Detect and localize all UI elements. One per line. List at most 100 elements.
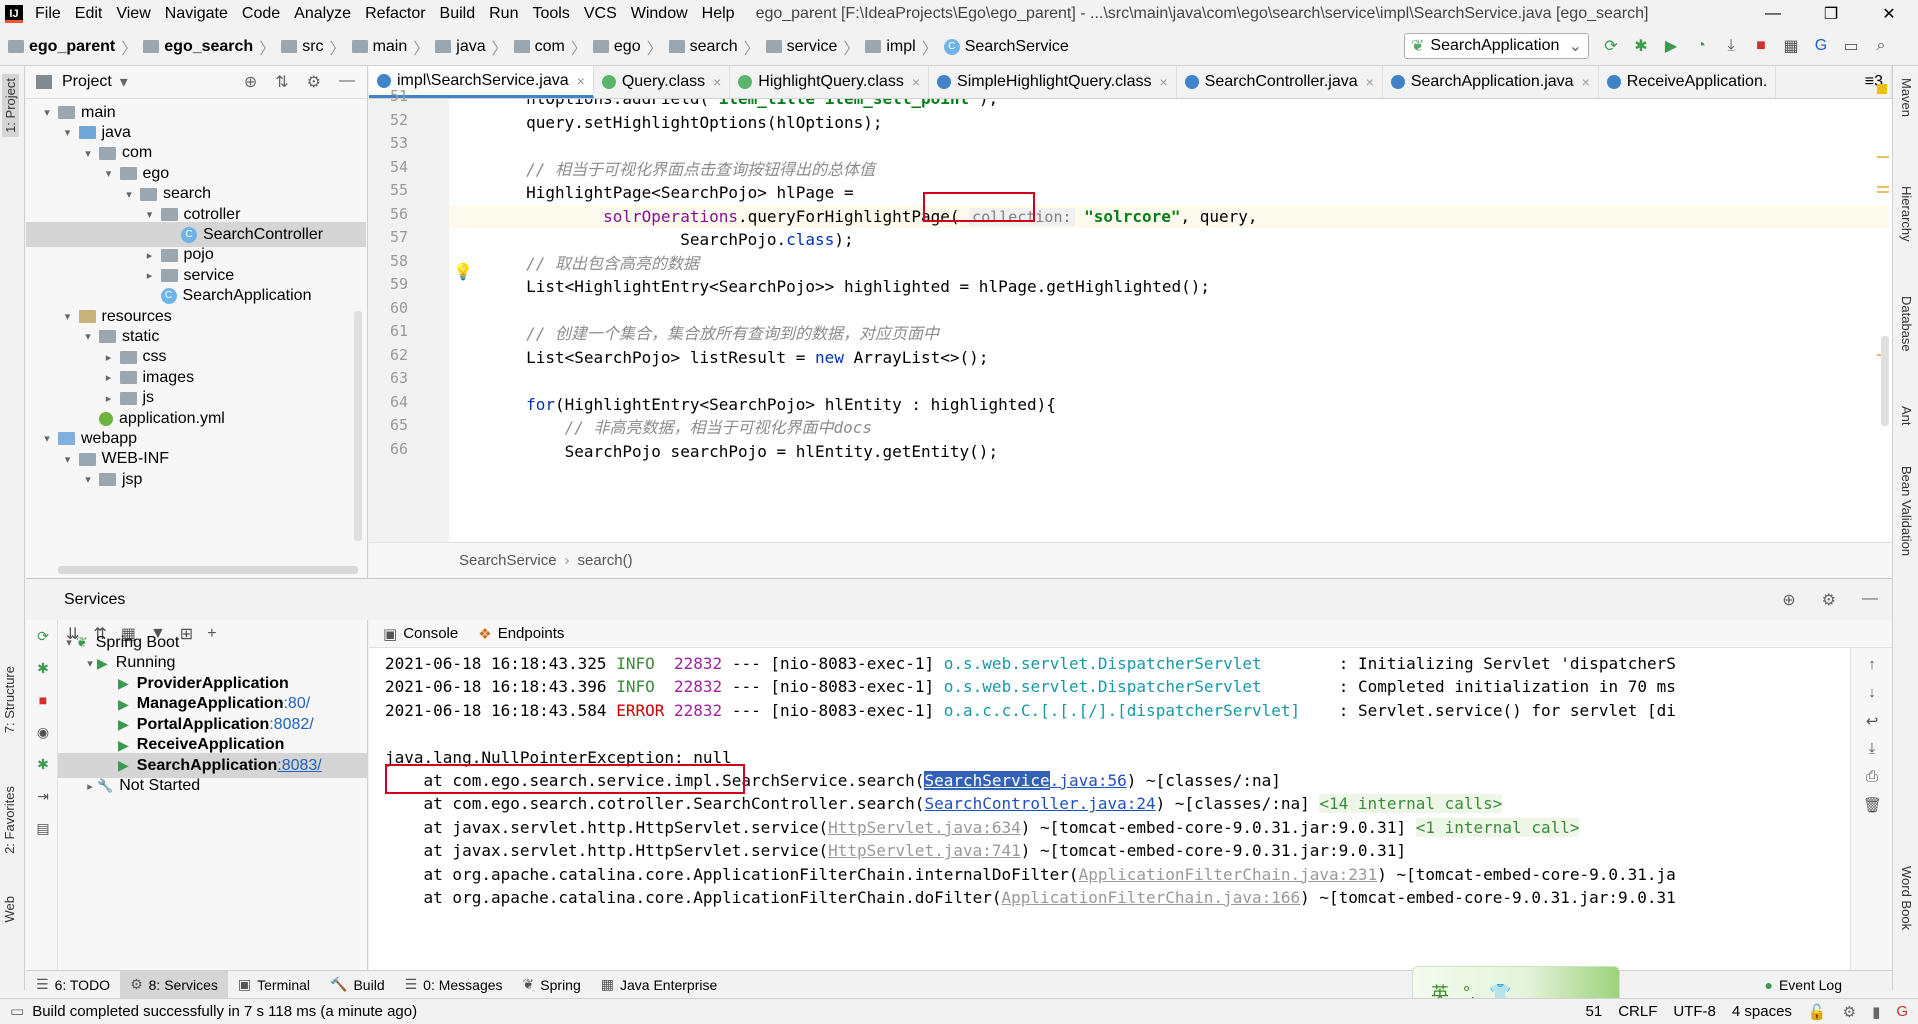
chevron-down-icon[interactable]: ▾ — [81, 147, 95, 160]
translate-icon[interactable]: G — [1810, 33, 1832, 59]
debug-restart-icon[interactable]: ✱ — [34, 756, 52, 774]
chevron-down-icon[interactable]: ▾ — [102, 167, 116, 180]
toolwindow-button[interactable]: ▣ Terminal — [228, 971, 320, 999]
breadcrumb-item[interactable]: ego_search 〉 — [143, 35, 281, 59]
editor-tab[interactable]: ReceiveApplication. — [1599, 66, 1777, 98]
tab-console[interactable]: ▣ Console — [383, 625, 458, 643]
breadcrumb-item[interactable]: service 〉 — [765, 35, 866, 59]
close-tab-icon[interactable]: × — [1159, 74, 1167, 90]
file-encoding[interactable]: UTF-8 — [1673, 1003, 1716, 1020]
chevron-down-icon[interactable]: ▾ — [81, 330, 95, 343]
code-area[interactable]: hlOptions.addField("item_title item_sell… — [449, 99, 1889, 542]
tab-favorites[interactable]: 2: Favorites — [2, 786, 17, 854]
close-window-button[interactable]: ✕ — [1860, 0, 1918, 28]
chevron-right-icon[interactable]: ▸ — [143, 269, 157, 282]
print-icon[interactable]: ⎙ — [1863, 768, 1881, 785]
menu-vcs[interactable]: VCS — [577, 0, 624, 28]
menu-code[interactable]: Code — [235, 0, 287, 28]
globe-icon[interactable]: ⊕ — [1782, 590, 1795, 610]
chevron-right-icon[interactable]: ▸ — [102, 351, 116, 364]
chevron-down-icon[interactable]: ▾ — [61, 126, 75, 139]
chevron-down-icon[interactable]: ▾ — [83, 657, 97, 670]
line-separator[interactable]: CRLF — [1618, 1003, 1657, 1020]
internal-calls-fold[interactable]: <1 internal call> — [1415, 817, 1580, 837]
maximize-button[interactable]: ❐ — [1802, 0, 1860, 28]
breadcrumb-item[interactable]: main 〉 — [351, 35, 436, 59]
tab-maven[interactable]: Maven — [1899, 78, 1914, 117]
breadcrumb-item[interactable]: com 〉 — [513, 35, 593, 59]
chevron-down-icon[interactable]: ▾ — [143, 208, 157, 221]
breadcrumb-item[interactable]: C SearchService — [943, 35, 1069, 59]
debug-icon[interactable]: ✱ — [34, 660, 52, 678]
indent-setting[interactable]: 4 spaces — [1732, 1003, 1792, 1020]
search-everywhere-icon[interactable]: ⌕ — [1870, 33, 1892, 59]
tab-database[interactable]: Database — [1899, 296, 1914, 352]
tab-ant[interactable]: Ant — [1899, 406, 1914, 426]
trash-icon[interactable]: 🗑 — [1863, 796, 1882, 814]
scroll-to-end-icon[interactable]: ⤓ — [1863, 740, 1881, 757]
toolwindow-button[interactable]: ❦ Spring — [513, 971, 591, 999]
chevron-down-icon[interactable]: ▾ — [40, 106, 54, 119]
stack-frame-link[interactable]: .java:56 — [1050, 771, 1127, 790]
tab-project[interactable]: 1: Project — [2, 74, 19, 137]
breadcrumb-item[interactable]: java 〉 — [435, 35, 513, 59]
rerun-icon[interactable]: ⟳ — [1600, 33, 1622, 59]
memory-icon[interactable]: ▮ — [1872, 1003, 1880, 1021]
stack-frame-link[interactable]: ApplicationFilterChain.java:166 — [1002, 888, 1301, 907]
editor-tab[interactable]: SearchController.java × — [1177, 66, 1383, 98]
breadcrumb-item[interactable]: ego 〉 — [592, 35, 669, 59]
stop-icon[interactable]: ■ — [34, 692, 52, 710]
gear-icon[interactable]: ⚙ — [1822, 590, 1836, 610]
internal-calls-fold[interactable]: <14 internal calls> — [1319, 794, 1503, 814]
chevron-down-icon[interactable]: ▾ — [120, 72, 128, 92]
chevron-down-icon[interactable]: ▾ — [62, 636, 76, 649]
login-icon[interactable]: ⇥ — [34, 788, 52, 806]
layout-icon[interactable]: ▭ — [1840, 33, 1862, 59]
project-panel-title[interactable]: Project — [62, 73, 112, 91]
lock-icon[interactable]: 🔓 — [1808, 1003, 1827, 1021]
stack-frame-link[interactable]: HttpServlet.java:741 — [828, 841, 1021, 860]
profile-icon[interactable]: ◔ — [1690, 33, 1712, 59]
gear-icon[interactable]: ⚙ — [307, 72, 321, 92]
chevron-right-icon[interactable]: ▸ — [102, 392, 116, 405]
editor-tab[interactable]: HighlightQuery.class × — [730, 66, 930, 98]
project-scrollbar[interactable] — [354, 311, 362, 541]
menu-window[interactable]: Window — [624, 0, 695, 28]
hide-icon[interactable]: — — [339, 72, 355, 92]
toolwindow-button[interactable]: ⚙ 8: Services — [120, 970, 228, 999]
menu-file[interactable]: File — [28, 0, 68, 28]
tab-structure[interactable]: 7: Structure — [2, 666, 17, 733]
chevron-down-icon[interactable]: ▾ — [61, 453, 75, 466]
breadcrumb-item[interactable]: ego_parent 〉 — [8, 35, 143, 59]
stack-frame-link[interactable]: HttpServlet.java:634 — [828, 818, 1021, 837]
menu-build[interactable]: Build — [433, 0, 483, 28]
chevron-right-icon[interactable]: ▸ — [143, 249, 157, 262]
toolwindow-button[interactable]: 🔨 Build — [320, 971, 395, 999]
minimize-button[interactable]: — — [1744, 0, 1802, 28]
stack-frame-link[interactable]: SearchController.java:24 — [924, 794, 1155, 813]
breadcrumb-item[interactable]: src 〉 — [281, 35, 351, 59]
stop-icon[interactable]: ■ — [1750, 33, 1772, 59]
service-port-link[interactable]: :80/ — [283, 695, 310, 713]
camera-icon[interactable]: ◉ — [34, 724, 52, 742]
project-structure-icon[interactable]: ▦ — [1780, 33, 1802, 59]
menu-refactor[interactable]: Refactor — [358, 0, 432, 28]
menu-help[interactable]: Help — [695, 0, 742, 28]
console-output[interactable]: 2021-06-18 16:18:43.325 INFO 22832 --- [… — [369, 648, 1849, 970]
menu-analyze[interactable]: Analyze — [287, 0, 358, 28]
menu-run[interactable]: Run — [482, 0, 525, 28]
editor-tab[interactable]: SimpleHighlightQuery.class × — [929, 66, 1177, 98]
chevron-right-icon[interactable]: ▸ — [83, 780, 97, 793]
stack-frame-link[interactable]: ApplicationFilterChain.java:231 — [1079, 865, 1378, 884]
close-tab-icon[interactable]: × — [577, 73, 585, 89]
service-node[interactable]: ▸ 🔧 Not Started — [58, 774, 368, 799]
toolwindow-button[interactable]: ☰ 6: TODO — [26, 971, 120, 999]
toolwindow-button[interactable]: ▦ Java Enterprise — [591, 971, 728, 999]
event-log-button[interactable]: ● Event Log — [1754, 971, 1852, 999]
breadcrumb-class[interactable]: SearchService — [459, 552, 557, 569]
close-tab-icon[interactable]: × — [713, 74, 721, 90]
collapse-all-icon[interactable]: ⇅ — [275, 72, 288, 92]
layout-icon[interactable]: ▤ — [34, 820, 52, 838]
editor-scrollbar[interactable] — [1881, 336, 1889, 426]
close-tab-icon[interactable]: × — [1582, 74, 1590, 90]
